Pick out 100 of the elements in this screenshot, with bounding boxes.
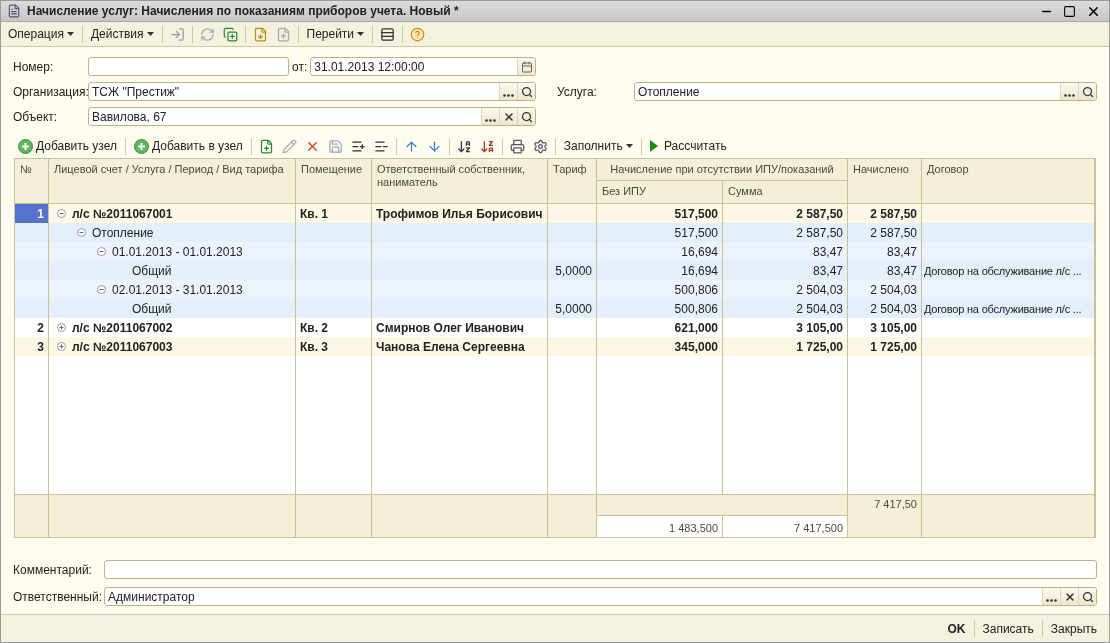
column-header[interactable]: Тариф: [548, 159, 597, 203]
sort-descending-icon: [479, 138, 495, 154]
tree-item[interactable]: Отопление: [92, 225, 154, 240]
settings-icon: [532, 138, 548, 154]
text-input[interactable]: 31.01.2013 12:00:00: [311, 58, 517, 75]
tree-item[interactable]: Общий: [132, 263, 172, 278]
column-header[interactable]: Ответственный собственник, наниматель: [372, 159, 548, 203]
text-input[interactable]: Отопление: [635, 83, 1060, 100]
column-header[interactable]: Помещение: [296, 159, 372, 203]
choose-button[interactable]: [1042, 588, 1060, 605]
field-label: Объект:: [13, 109, 59, 124]
table-cell: 517,500: [674, 225, 718, 240]
unpost-icon: [275, 26, 291, 42]
calendar-button[interactable]: [517, 58, 535, 75]
collapse-icon[interactable]: [97, 285, 106, 294]
choose-button[interactable]: [499, 83, 517, 100]
table-row[interactable]: Общий 5,0000 500,806 2 504,03 2 504,03 Договор на обслуживание л/с ...: [15, 299, 1095, 318]
search-icon: [1081, 85, 1094, 98]
table-cell: Кв. 1: [300, 206, 329, 221]
add-to-node-button[interactable]: Добавить в узел: [130, 136, 247, 156]
comment-field[interactable]: [104, 560, 1097, 579]
table-cell: 2 504,03: [870, 301, 917, 316]
date-field[interactable]: 31.01.2013 12:00:00: [310, 57, 536, 76]
table-row[interactable]: 02.01.2013 - 31.01.2013 500,806 2 504,03 2 504,03: [15, 280, 1095, 299]
menu-button[interactable]: Действия: [86, 25, 158, 43]
move-up-icon: [403, 138, 419, 154]
text-input[interactable]: Вавилова, 67: [89, 108, 481, 125]
column-header[interactable]: Лицевой счет / Услуга / Период / Вид тарифа: [49, 159, 296, 203]
clear-button[interactable]: [1060, 588, 1078, 605]
caret-icon: [66, 32, 74, 36]
column-header[interactable]: Без ИПУ: [597, 181, 723, 203]
post-icon: [252, 26, 268, 42]
search-icon: [520, 110, 533, 123]
caret-icon: [625, 144, 633, 148]
responsible-field[interactable]: Администратор: [104, 587, 1097, 606]
add-node-button[interactable]: Добавить узел: [14, 136, 121, 156]
table-cell: Кв. 2: [300, 320, 329, 335]
tree-item[interactable]: л/с №2011067002: [72, 320, 173, 335]
table-cell: 517,500: [674, 206, 718, 221]
tree-item[interactable]: Общий: [132, 301, 172, 316]
search-button[interactable]: [517, 83, 535, 100]
text-input[interactable]: ТСЖ "Престиж": [89, 83, 499, 100]
choose-button[interactable]: [481, 108, 499, 125]
table-cell: 345,000: [674, 339, 718, 354]
collapse-icon[interactable]: [77, 228, 86, 237]
object-field[interactable]: Вавилова, 67: [88, 107, 536, 126]
collapse-icon[interactable]: [57, 209, 66, 218]
search-button[interactable]: [1078, 588, 1096, 605]
table-cell: 2 504,03: [796, 282, 843, 297]
search-button[interactable]: [1078, 83, 1096, 100]
field-label: Услуга:: [556, 84, 598, 99]
tree-item[interactable]: л/с №2011067003: [72, 339, 173, 354]
column-header[interactable]: №: [15, 159, 49, 203]
tree-item[interactable]: 02.01.2013 - 31.01.2013: [112, 282, 243, 297]
menu-button[interactable]: Перейти: [302, 25, 369, 43]
total-value: 1 483,500: [669, 522, 718, 534]
column-header[interactable]: Начислено: [848, 159, 922, 203]
total-value: 7 417,500: [794, 522, 843, 534]
save-button[interactable]: Записать: [978, 619, 1038, 638]
search-button[interactable]: [517, 108, 535, 125]
column-header[interactable]: Сумма: [723, 181, 848, 203]
menu-button[interactable]: Операция: [4, 25, 78, 43]
save-icon: [327, 138, 343, 154]
collapse-icon[interactable]: [97, 247, 106, 256]
table-cell: Трофимов Илья Борисович: [376, 206, 543, 221]
row-number[interactable]: 1: [15, 204, 49, 223]
expand-icon[interactable]: [57, 342, 66, 351]
table-cell: 2 587,50: [796, 206, 843, 221]
number-field[interactable]: [88, 57, 289, 76]
table-cell: 1 725,00: [870, 339, 917, 354]
field-label: Номер:: [13, 59, 55, 74]
choose-button[interactable]: [1060, 83, 1078, 100]
table-row[interactable]: 3 л/с №2011067003 Кв. 3 Чанова Елена Сергеевна 345,000 1 725,00 1 725,00: [15, 337, 1095, 356]
search-icon: [1081, 590, 1094, 603]
table-row[interactable]: 01.01.2013 - 01.01.2013 16,694 83,47 83,47: [15, 242, 1095, 261]
service-field[interactable]: Отопление: [634, 82, 1097, 101]
column-header[interactable]: Договор: [922, 159, 1095, 203]
tree-item[interactable]: л/с №2011067001: [72, 206, 173, 221]
table-row[interactable]: 1 л/с №2011067001 Кв. 1 Трофимов Илья Борисович 517,500 2 587,50 2 587,50: [15, 204, 1095, 223]
expand-icon[interactable]: [57, 323, 66, 332]
table-cell: 621,000: [674, 320, 718, 335]
table-cell: 83,47: [812, 263, 843, 278]
maximize-button[interactable]: [1061, 4, 1078, 18]
table-cell: 3 105,00: [796, 320, 843, 335]
fill-button[interactable]: Заполнить: [559, 137, 637, 155]
row-number[interactable]: 3: [15, 337, 49, 356]
table-row[interactable]: Общий 5,0000 16,694 83,47 83,47 Договор на обслуживание л/с ...: [15, 261, 1095, 280]
table-cell: 2 587,50: [796, 225, 843, 240]
organization-field[interactable]: ТСЖ "Престиж": [88, 82, 536, 101]
clear-button[interactable]: [499, 108, 517, 125]
calculate-button[interactable]: Рассчитать: [645, 137, 731, 155]
maximize-icon: [1063, 4, 1076, 18]
column-header[interactable]: Начисление при отсутствии ИПУ/показаний: [597, 159, 848, 181]
text-input[interactable]: Администратор: [105, 588, 1042, 605]
table-row[interactable]: Отопление 517,500 2 587,50 2 587,50: [15, 223, 1095, 242]
move-down-icon: [426, 138, 442, 154]
close-button[interactable]: Закрыть: [1046, 619, 1101, 638]
field-label: Комментарий:: [13, 562, 93, 577]
ok-button[interactable]: OK: [943, 619, 970, 638]
tree-item[interactable]: 01.01.2013 - 01.01.2013: [112, 244, 243, 259]
